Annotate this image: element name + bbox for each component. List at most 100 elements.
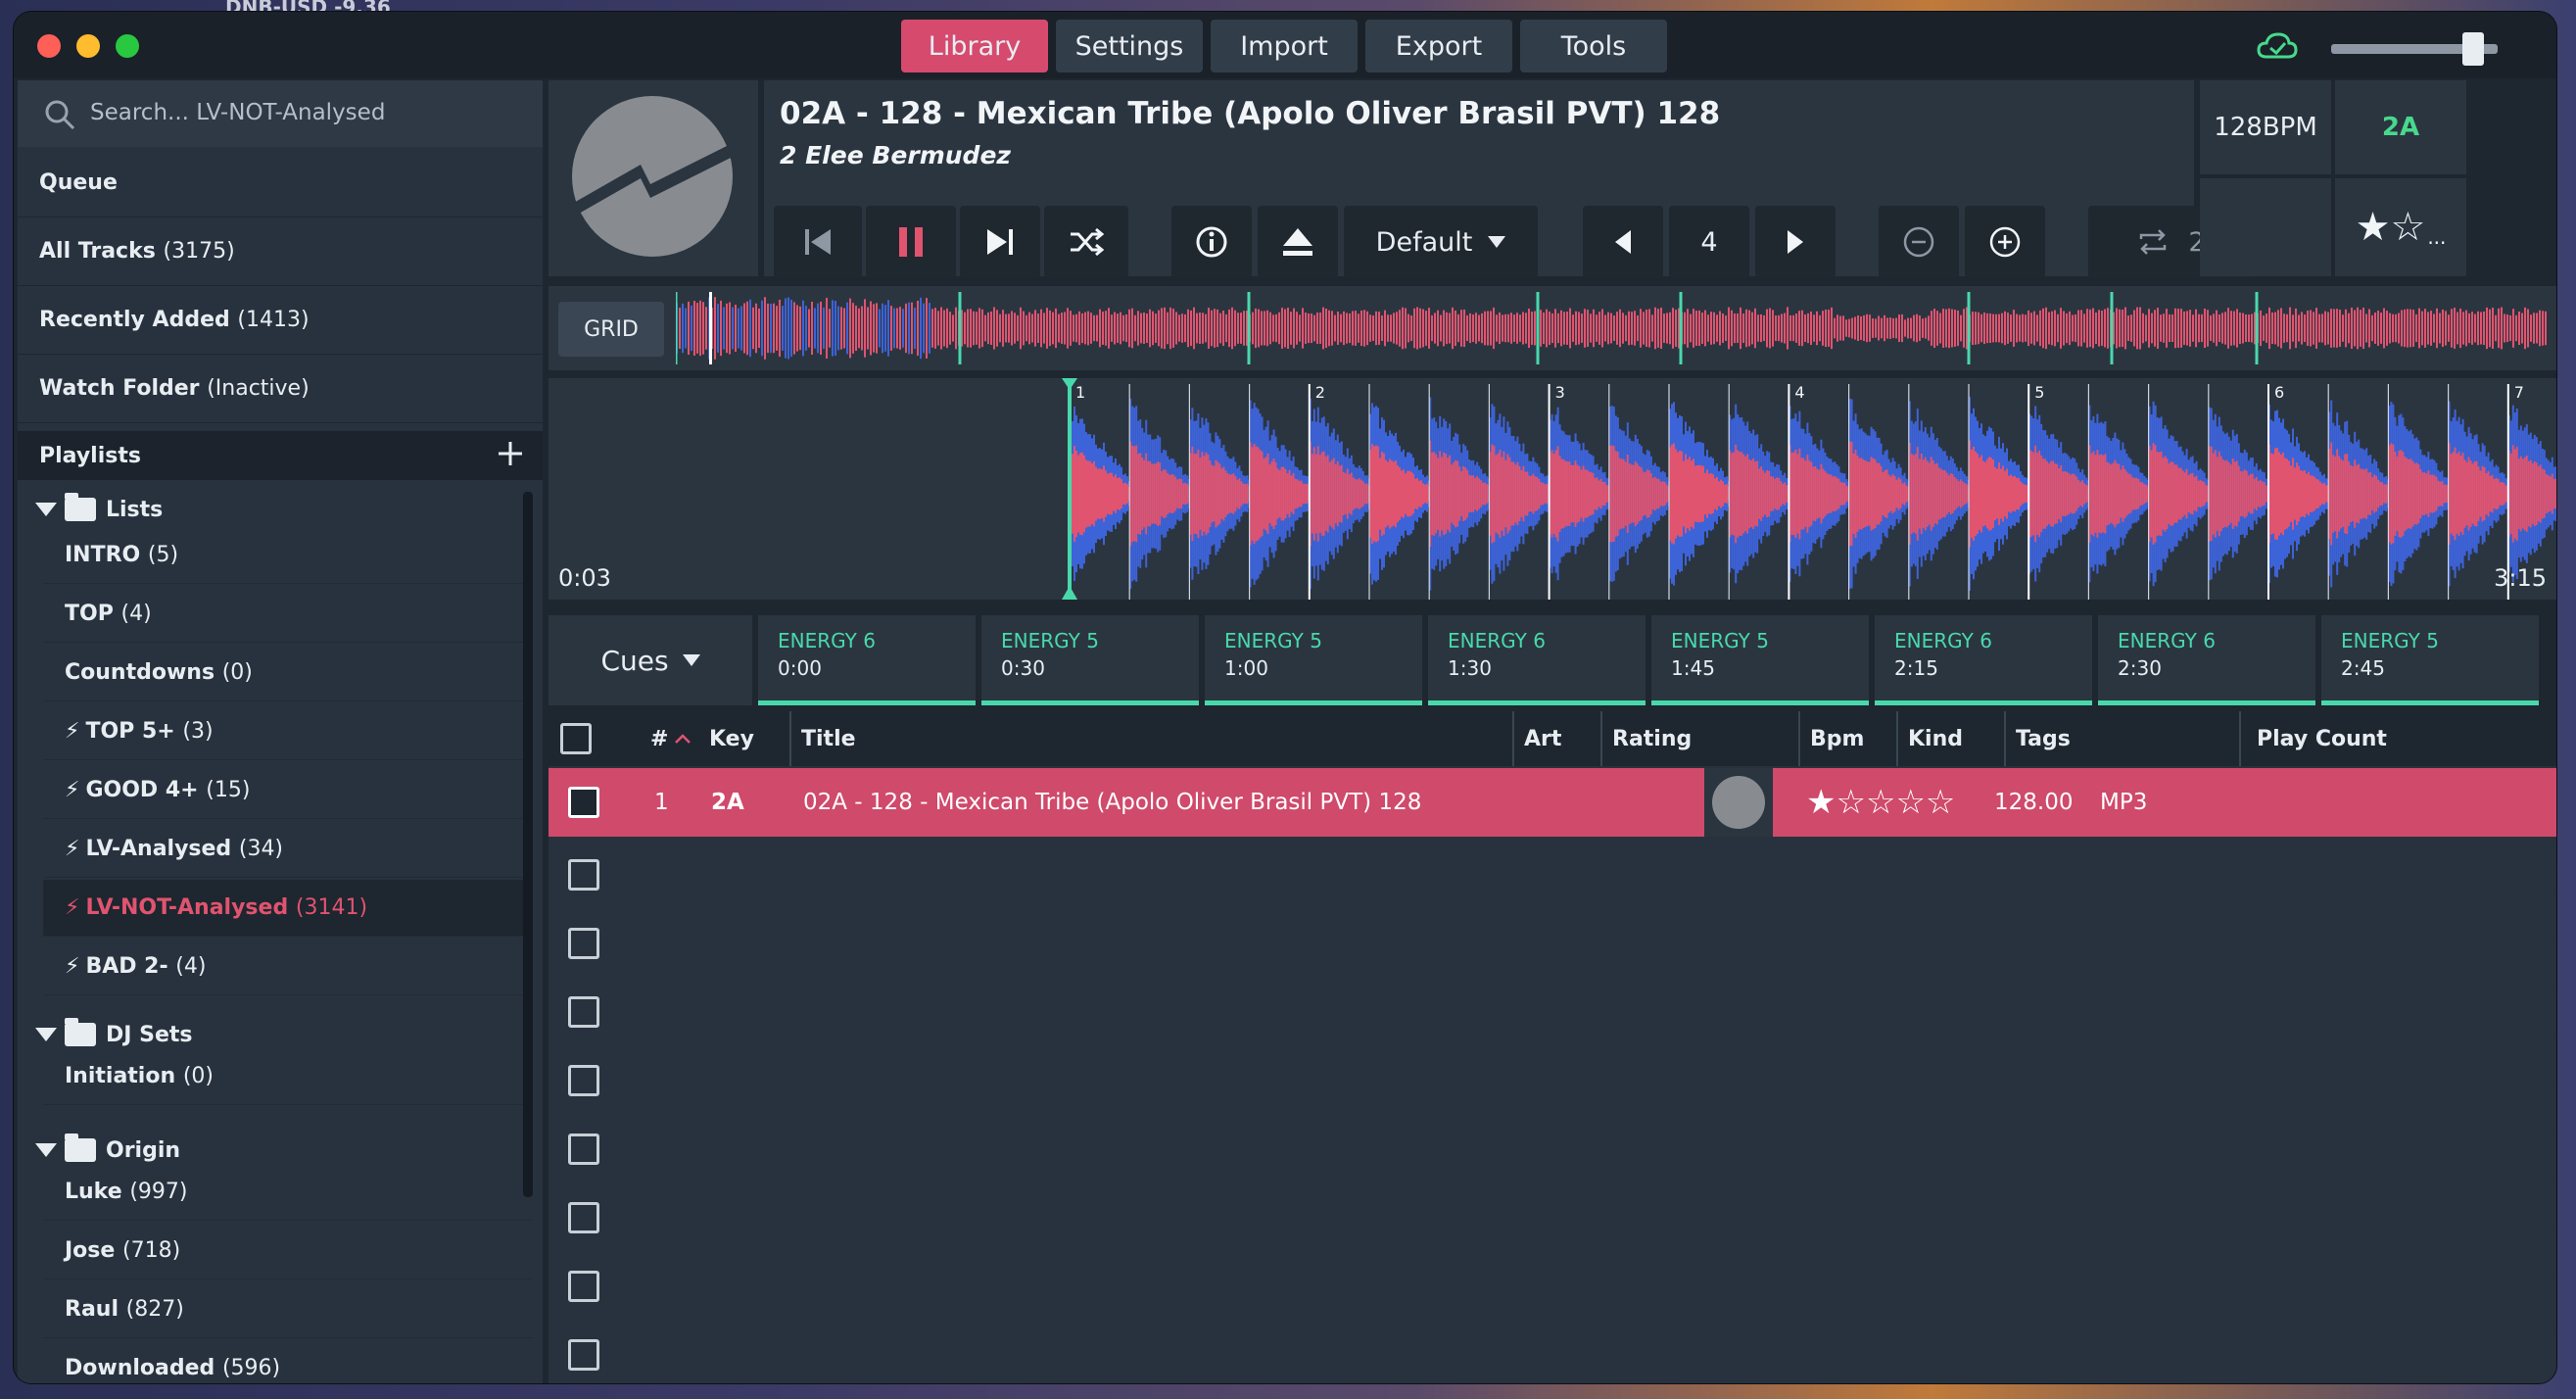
beat-jump-forward-button[interactable] <box>1755 206 1836 278</box>
overview-waveform[interactable] <box>676 292 2547 364</box>
row-checkbox[interactable] <box>568 1134 599 1165</box>
zoomed-waveform[interactable]: 1234567 <box>549 378 2556 600</box>
search-input[interactable]: Search... LV-NOT-Analysed <box>90 100 385 125</box>
playlist-item[interactable]: Jose (718) <box>43 1223 533 1279</box>
cell-rating[interactable]: ★☆☆☆☆ <box>1806 768 1955 837</box>
zoomed-waveform-bar <box>1935 462 1938 525</box>
playlist-item-selected[interactable]: ⚡︎ LV-NOT-Analysed (3141) <box>43 880 533 937</box>
row-checkbox[interactable] <box>568 996 599 1028</box>
next-track-button[interactable] <box>960 206 1040 278</box>
column-key[interactable]: Key <box>699 711 787 766</box>
zoomed-waveform-bar <box>1375 445 1377 543</box>
zoomed-waveform-bar <box>2143 484 2146 504</box>
loop-double-button[interactable] <box>1965 206 2045 278</box>
waveform-zoomed[interactable]: 1234567 0:03 3:15 <box>549 378 2556 600</box>
volume-knob[interactable] <box>2461 32 2484 66</box>
overview-waveform-bar <box>1205 314 1207 343</box>
column-number[interactable]: # <box>641 711 697 766</box>
loop-halve-button[interactable] <box>1879 206 1959 278</box>
eject-button[interactable] <box>1258 206 1338 278</box>
preset-dropdown[interactable]: Default <box>1344 206 1538 278</box>
cue-time: 1:45 <box>1671 656 1715 680</box>
table-row[interactable]: 1 2A 02A - 128 - Mexican Tribe (Apolo Ol… <box>549 768 2556 837</box>
overview-waveform-bar <box>2224 312 2226 345</box>
volume-slider[interactable] <box>2331 32 2498 66</box>
playlist-item[interactable]: ⚡︎ GOOD 4+ (15) <box>43 762 533 819</box>
playlist-item[interactable]: Initiation (0) <box>43 1048 533 1105</box>
beat-jump-size[interactable]: 4 <box>1669 206 1749 278</box>
row-checkbox[interactable] <box>568 1065 599 1096</box>
overview-waveform-bar <box>782 306 784 351</box>
cue-point[interactable]: ENERGY 5 1:00 <box>1205 615 1422 705</box>
cloud-sync-icon[interactable] <box>2257 29 2298 63</box>
zoomed-waveform-bar <box>1618 458 1621 530</box>
sidebar-item-queue[interactable]: Queue <box>18 149 543 217</box>
cue-point[interactable]: ENERGY 5 2:45 <box>2321 615 2539 705</box>
zoomed-waveform-bar <box>1495 455 1498 533</box>
add-playlist-icon[interactable] <box>496 439 525 468</box>
playlist-item[interactable]: ⚡︎ TOP 5+ (3) <box>43 703 533 760</box>
column-kind[interactable]: Kind <box>1896 711 2004 766</box>
playlist-item[interactable]: Downloaded (596) <box>43 1340 533 1383</box>
grid-button[interactable]: GRID <box>558 302 664 357</box>
cues-dropdown[interactable]: Cues <box>549 615 752 705</box>
cue-point[interactable]: ENERGY 6 0:00 <box>758 615 976 705</box>
overview-waveform-bar <box>2204 308 2206 349</box>
expand-triangle-icon[interactable] <box>35 1028 57 1041</box>
row-checkbox[interactable] <box>568 1339 599 1371</box>
sidebar-item-watch-folder[interactable]: Watch Folder (Inactive) <box>18 355 543 423</box>
cues-bar: Cues ENERGY 6 0:00 ENERGY 5 0:30 ENERGY 5 1:0… <box>549 615 2556 705</box>
previous-track-button[interactable] <box>774 206 862 278</box>
cue-point[interactable]: ENERGY 6 2:30 <box>2098 615 2315 705</box>
zoomed-waveform-bar <box>1860 458 1863 530</box>
rating-display[interactable]: ★☆... <box>2335 178 2466 276</box>
zoomed-waveform-bar <box>2358 463 2361 524</box>
tab-export[interactable]: Export <box>1365 20 1512 72</box>
playlist-item[interactable]: INTRO (5) <box>43 527 533 584</box>
tab-library[interactable]: Library <box>901 20 1048 72</box>
cue-point[interactable]: ENERGY 5 1:45 <box>1651 615 1869 705</box>
row-checkbox[interactable] <box>568 859 599 891</box>
waveform-overview[interactable]: GRID <box>549 286 2556 370</box>
row-checkbox[interactable] <box>568 787 599 818</box>
playlist-item[interactable]: Luke (997) <box>43 1164 533 1221</box>
column-rating[interactable]: Rating <box>1600 711 1798 766</box>
cue-point[interactable]: ENERGY 6 1:30 <box>1428 615 1646 705</box>
shuffle-button[interactable] <box>1044 206 1128 278</box>
minimize-window-button[interactable] <box>76 34 100 58</box>
search-bar[interactable]: Search... LV-NOT-Analysed <box>18 80 543 147</box>
tab-tools[interactable]: Tools <box>1520 20 1667 72</box>
folder-lists[interactable]: Lists <box>35 490 163 529</box>
playlist-item[interactable]: ⚡︎ BAD 2- (4) <box>43 939 533 995</box>
playlist-item[interactable]: ⚡︎ LV-Analysed (34) <box>43 821 533 878</box>
cue-point[interactable]: ENERGY 5 0:30 <box>981 615 1199 705</box>
overview-waveform-bar <box>1613 315 1615 341</box>
track-info-button[interactable] <box>1171 206 1252 278</box>
playlist-item[interactable]: TOP (4) <box>43 586 533 643</box>
tab-import[interactable]: Import <box>1211 20 1358 72</box>
zoomed-waveform-bar <box>1980 455 1982 533</box>
playlist-item[interactable]: Countdowns (0) <box>43 645 533 701</box>
sidebar-item-recently-added[interactable]: Recently Added (1413) <box>18 286 543 355</box>
column-bpm[interactable]: Bpm <box>1798 711 1896 766</box>
beat-jump-back-button[interactable] <box>1583 206 1663 278</box>
column-tags[interactable]: Tags <box>2004 711 2239 766</box>
row-checkbox[interactable] <box>568 1271 599 1302</box>
expand-triangle-icon[interactable] <box>35 503 57 516</box>
zoom-window-button[interactable] <box>116 34 139 58</box>
close-window-button[interactable] <box>37 34 61 58</box>
row-checkbox[interactable] <box>568 928 599 959</box>
pause-button[interactable] <box>866 206 956 278</box>
column-title[interactable]: Title <box>789 711 1512 766</box>
column-play-count[interactable]: Play Count <box>2239 711 2556 766</box>
zoomed-waveform-bar <box>2304 470 2306 517</box>
playlist-item[interactable]: Raul (827) <box>43 1281 533 1338</box>
column-art[interactable]: Art <box>1512 711 1600 766</box>
select-all-checkbox[interactable] <box>560 723 592 754</box>
sidebar-scrollbar[interactable] <box>523 492 533 1197</box>
tab-settings[interactable]: Settings <box>1056 20 1203 72</box>
expand-triangle-icon[interactable] <box>35 1143 57 1157</box>
sidebar-item-all-tracks[interactable]: All Tracks (3175) <box>18 217 543 286</box>
cue-point[interactable]: ENERGY 6 2:15 <box>1875 615 2092 705</box>
row-checkbox[interactable] <box>568 1202 599 1233</box>
